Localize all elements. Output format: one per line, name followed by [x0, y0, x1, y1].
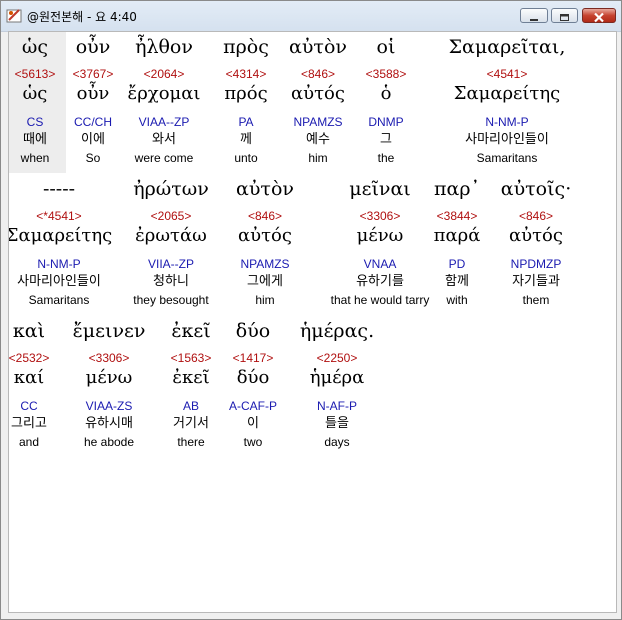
parsing-code: N-NM-P — [485, 115, 529, 129]
interlinear-panel[interactable]: ὡς <5613> ὡς CS 때에 when οὖν <3767> οὖν CC/CH 이에 So ἦ… — [8, 31, 617, 613]
korean-gloss: 자기들과 — [512, 274, 560, 289]
english-gloss: Samaritans — [476, 151, 538, 165]
english-gloss: days — [324, 435, 350, 449]
english-gloss: them — [522, 293, 550, 307]
maximize-button[interactable] — [551, 8, 578, 23]
close-icon — [594, 12, 604, 23]
app-icon — [6, 9, 22, 23]
maximize-icon — [560, 14, 569, 21]
parsing-code: NPDMZP — [510, 257, 562, 271]
lemma: αὐτός — [509, 225, 563, 246]
close-button[interactable] — [582, 8, 616, 23]
strongs-number: <2250> — [316, 351, 358, 365]
lemma: ἡμέρα — [309, 367, 365, 388]
parsing-code: N-AF-P — [317, 399, 357, 413]
strongs-number: <4541> — [486, 67, 528, 81]
minimize-button[interactable] — [520, 8, 548, 23]
strongs-number: <846> — [518, 209, 554, 223]
greek-word: Σαμαρεῖται, — [448, 36, 566, 58]
title-bar[interactable]: @원전본해 - 요 4:40 — [1, 1, 621, 32]
app-window: @원전본해 - 요 4:40 ὡς <5613> ὡς CS 때에 when οὖν <376… — [0, 0, 622, 620]
korean-gloss: 틀을 — [325, 416, 349, 431]
window-title: @원전본해 - 요 4:40 — [27, 10, 137, 24]
minimize-icon — [530, 19, 538, 21]
korean-gloss: 사마리아인들이 — [465, 132, 549, 147]
greek-word: ἡμέρας. — [299, 320, 375, 342]
greek-word: αὐτοῖς· — [500, 178, 572, 200]
lemma: Σαμαρείτης — [453, 83, 561, 104]
